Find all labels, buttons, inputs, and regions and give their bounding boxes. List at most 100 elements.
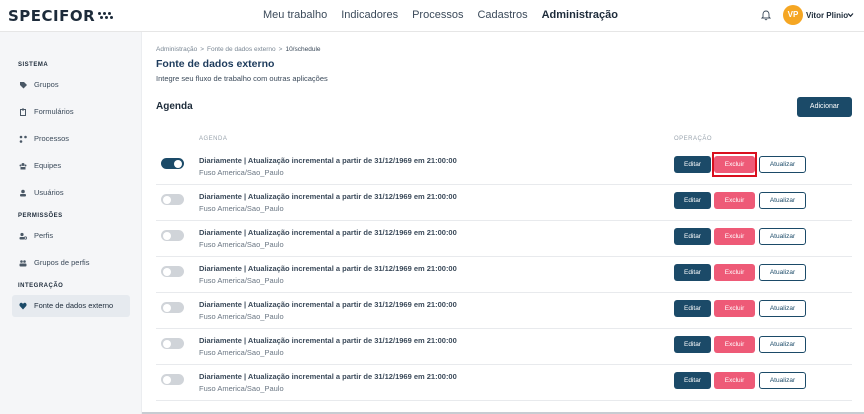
schedule-title: Diariamente | Atualização incremental a … [199,156,457,165]
table-row: Diariamente | Atualização incremental a … [156,222,852,257]
schedule-timezone: Fuso America/Sao_Paulo [199,276,284,285]
sidebar-item-label: Formulários [34,107,74,116]
nav-item-indicadores[interactable]: Indicadores [341,9,398,21]
table-row: Diariamente | Atualização incremental a … [156,330,852,365]
schedule-timezone: Fuso America/Sao_Paulo [199,204,284,213]
breadcrumb-separator: > [278,46,283,53]
sidebar-item-label: Fonte de dados externo [34,301,114,310]
sidebar-item-label: Grupos [34,80,59,89]
edit-button[interactable]: Editar [674,228,711,245]
nav-item-administração[interactable]: Administração [542,9,618,21]
update-button[interactable]: Atualizar [759,336,806,353]
schedule-timezone: Fuso America/Sao_Paulo [199,348,284,357]
delete-button[interactable]: Excluir [714,264,755,281]
profile-group-icon [19,260,27,267]
add-button[interactable]: Adicionar [797,97,852,117]
sidebar-item-formulários[interactable]: Formulários [12,101,130,123]
breadcrumb: Administração > Fonte de dados externo >10/… [156,46,321,53]
breadcrumb-item[interactable]: Fonte de dados externo [207,46,276,53]
sidebar-item-grupos[interactable]: Grupos [12,74,130,96]
table-row: Diariamente | Atualização incremental a … [156,150,852,185]
page-title: Fonte de dados externo [156,58,275,70]
table-row: Diariamente | Atualização incremental a … [156,186,852,221]
enable-toggle[interactable] [161,194,184,205]
schedule-timezone: Fuso America/Sao_Paulo [199,384,284,393]
table-row: Diariamente | Atualização incremental a … [156,366,852,401]
logo[interactable]: SPECIFOR [8,8,114,24]
edit-button[interactable]: Editar [674,192,711,209]
enable-toggle[interactable] [161,302,184,313]
logo-dots-icon [96,11,114,22]
delete-button[interactable]: Excluir [714,192,755,209]
nav-item-cadastros[interactable]: Cadastros [477,9,527,21]
edit-button[interactable]: Editar [674,264,711,281]
column-header-operation: OPERAÇÃO [674,136,713,142]
update-button[interactable]: Atualizar [759,192,806,209]
table-row: Diariamente | Atualização incremental a … [156,294,852,329]
sidebar-item-label: Usuários [34,188,64,197]
sidebar-item-label: Processos [34,134,70,143]
delete-button[interactable]: Excluir [714,228,755,245]
heart-icon [19,302,27,310]
schedule-title: Diariamente | Atualização incremental a … [199,264,457,273]
breadcrumb-item: 10/schedule [285,46,321,53]
delete-button[interactable]: Excluir [714,372,755,389]
edit-button[interactable]: Editar [674,336,711,353]
edit-button[interactable]: Editar [674,300,711,317]
breadcrumb-separator: > [200,46,204,53]
enable-toggle[interactable] [161,266,184,277]
schedule-timezone: Fuso America/Sao_Paulo [199,312,284,321]
nav-item-processos[interactable]: Processos [412,9,463,21]
delete-button-highlight [712,152,757,177]
section-title: Agenda [156,101,193,112]
sidebar-item-label: Equipes [34,161,62,170]
update-button[interactable]: Atualizar [759,228,806,245]
sidebar-item-processos[interactable]: Processos [12,128,130,150]
breadcrumb-item[interactable]: Administração [156,46,197,53]
tag-icon [20,82,27,89]
update-button[interactable]: Atualizar [759,300,806,317]
update-button[interactable]: Atualizar [759,264,806,281]
user-icon [20,189,26,197]
edit-button[interactable]: Editar [674,156,711,173]
sidebar: SISTEMA Grupos Formulários Processos Equipes… [0,32,142,414]
sidebar-item-usuários[interactable]: Usuários [12,182,130,204]
flow-icon [19,135,27,143]
update-button[interactable]: Atualizar [759,372,806,389]
schedule-timezone: Fuso America/Sao_Paulo [199,240,284,249]
schedule-timezone: Fuso America/Sao_Paulo [199,168,284,177]
chevron-down-icon[interactable] [847,12,854,18]
enable-toggle[interactable] [161,158,184,169]
schedule-title: Diariamente | Atualização incremental a … [199,336,457,345]
enable-toggle[interactable] [161,230,184,241]
profile-icon [19,232,27,240]
sidebar-item-equipes[interactable]: Equipes [12,155,130,177]
avatar[interactable]: VP [783,5,803,25]
logo-text: SPECIFOR [8,7,96,25]
bell-icon[interactable] [761,10,771,21]
page-subtitle: Integre seu fluxo de trabalho com outras… [156,74,328,83]
sidebar-item-fonte-de-dados-externo[interactable]: Fonte de dados externo [12,295,130,317]
schedule-title: Diariamente | Atualização incremental a … [199,228,457,237]
top-bar: SPECIFOR Meu trabalho Indicadores Processo… [0,0,864,32]
sidebar-item-grupos-de-perfis[interactable]: Grupos de perfis [12,252,130,274]
sidebar-item-perfis[interactable]: Perfis [12,225,130,247]
sidebar-section-0: SISTEMA [18,62,49,68]
edit-button[interactable]: Editar [674,372,711,389]
user-name[interactable]: Vitor Plinio [806,11,848,20]
clipboard-icon [20,108,26,116]
enable-toggle[interactable] [161,374,184,385]
enable-toggle[interactable] [161,338,184,349]
table-row: Diariamente | Atualização incremental a … [156,258,852,293]
sidebar-item-label: Grupos de perfis [34,258,90,267]
main-nav: Meu trabalho Indicadores Processos Cadastro… [263,9,632,21]
delete-button[interactable]: Excluir [714,336,755,353]
sidebar-item-label: Perfis [34,231,54,240]
delete-button[interactable]: Excluir [714,300,755,317]
sidebar-section-1: PERMISSÕES [18,213,63,219]
update-button[interactable]: Atualizar [759,156,806,173]
schedule-title: Diariamente | Atualização incremental a … [199,372,457,381]
schedule-title: Diariamente | Atualização incremental a … [199,300,457,309]
team-icon [19,163,27,170]
nav-item-meu-trabalho[interactable]: Meu trabalho [263,9,327,21]
